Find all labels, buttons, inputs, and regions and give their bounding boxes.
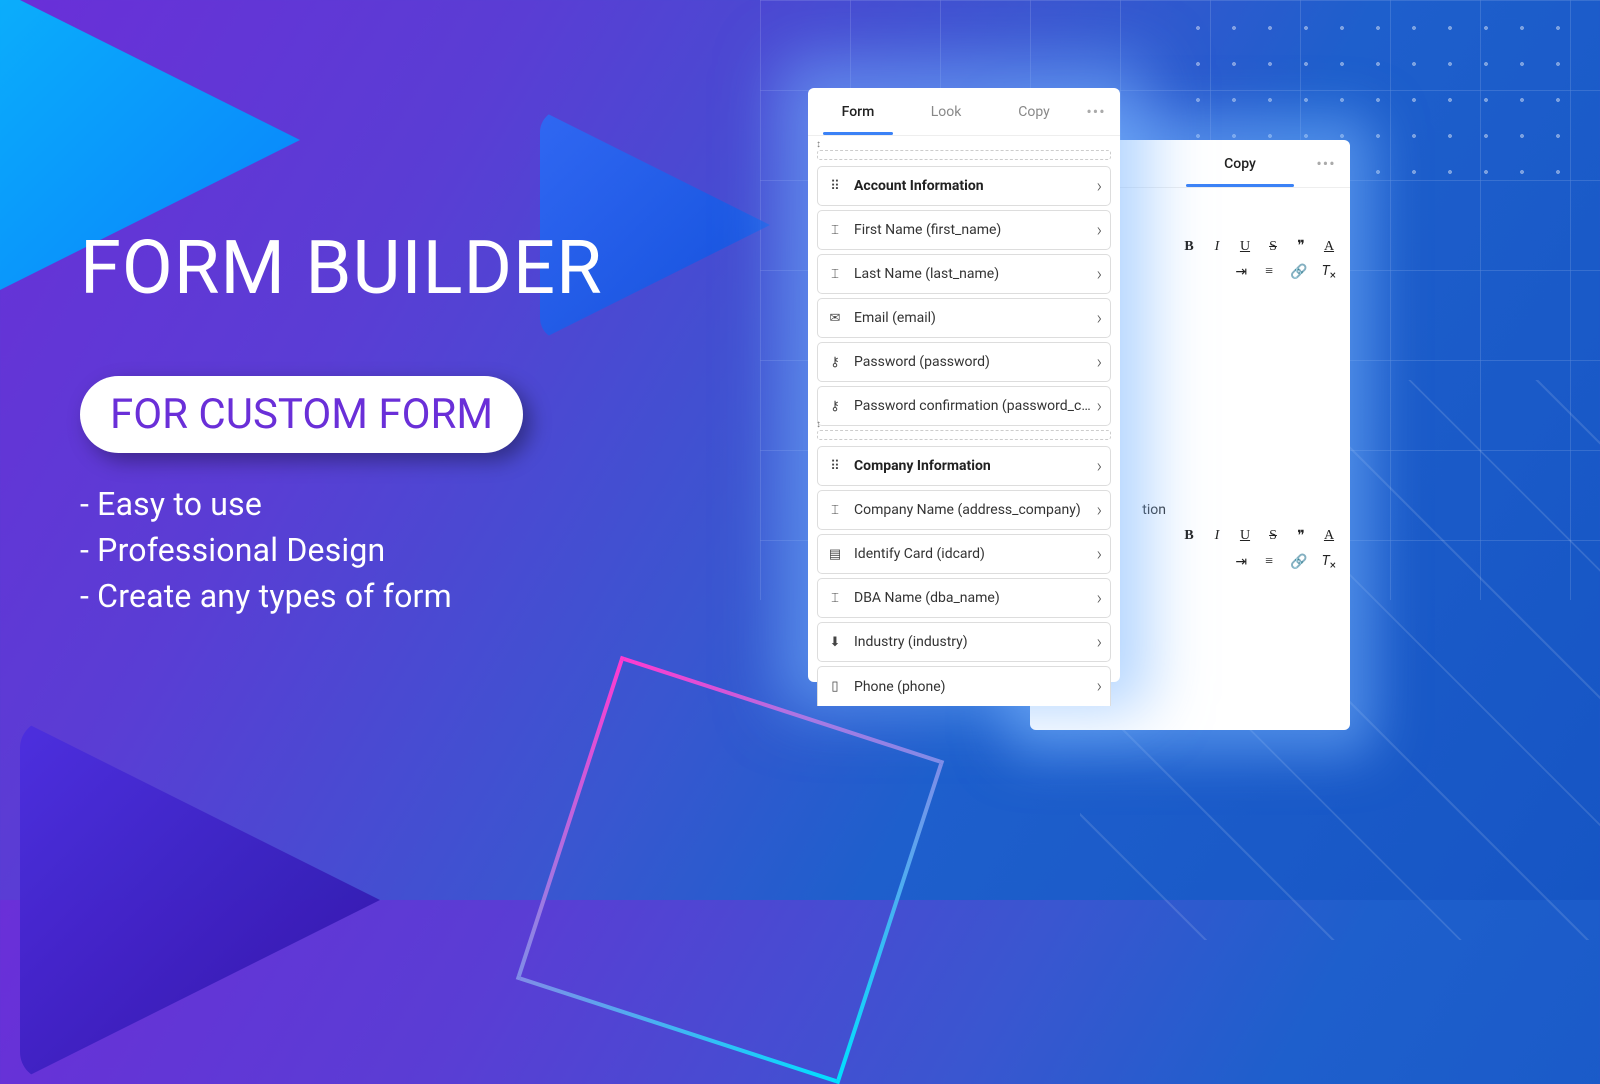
bullet-item: - Easy to use <box>80 481 603 527</box>
strike-icon[interactable]: S <box>1266 239 1280 255</box>
hero-subtitle-pill: FOR CUSTOM FORM <box>80 376 523 453</box>
field-list: ⠿ Account Information › ⌶ First Name (fi… <box>808 136 1120 710</box>
text-field-icon: ⌶ <box>826 265 844 283</box>
field-row[interactable]: ▤ Identify Card (idcard) › <box>817 534 1111 574</box>
text-field-icon: ⌶ <box>826 589 844 607</box>
section-label: Account Information <box>854 178 1097 194</box>
phone-icon: ▯ <box>826 678 844 696</box>
tab-more-icon[interactable]: ••• <box>1308 154 1344 173</box>
field-row[interactable]: ⌶ DBA Name (dba_name) › <box>817 578 1111 618</box>
bullet-item: - Professional Design <box>80 527 603 573</box>
align-icon[interactable]: ≡ <box>1262 264 1276 280</box>
underline-icon[interactable]: U <box>1238 528 1252 544</box>
drop-zone-marker[interactable] <box>817 430 1111 440</box>
form-builder-panel: Form Look Copy ••• ⠿ Account Information… <box>808 88 1120 682</box>
field-label: Last Name (last_name) <box>854 266 1097 282</box>
field-row[interactable]: ⌶ Last Name (last_name) › <box>817 254 1111 294</box>
field-label: First Name (first_name) <box>854 222 1097 238</box>
tab-copy[interactable]: Copy <box>990 90 1078 134</box>
field-row[interactable]: ⌶ Company Name (address_company) › <box>817 490 1111 530</box>
tab-look[interactable]: Look <box>902 90 990 134</box>
link-icon[interactable]: 🔗 <box>1290 554 1307 571</box>
bold-icon[interactable]: B <box>1182 239 1196 255</box>
field-label: Email (email) <box>854 310 1097 326</box>
indent-icon[interactable]: ⇥ <box>1234 554 1248 571</box>
tab-copy[interactable]: Copy <box>1172 142 1308 186</box>
section-icon: ⠿ <box>826 177 844 195</box>
chevron-right-icon: › <box>1097 264 1102 285</box>
field-label: Identify Card (idcard) <box>854 546 1097 562</box>
link-icon[interactable]: 🔗 <box>1290 264 1307 281</box>
chevron-right-icon: › <box>1097 588 1102 609</box>
password-icon: ⚷ <box>826 397 844 415</box>
password-icon: ⚷ <box>826 353 844 371</box>
chevron-right-icon: › <box>1097 308 1102 329</box>
bold-icon[interactable]: B <box>1182 528 1196 544</box>
panel-tabs: Form Look Copy ••• <box>808 88 1120 136</box>
field-label: Industry (industry) <box>854 634 1097 650</box>
underline-icon[interactable]: U <box>1238 239 1252 255</box>
triangle-decoration <box>20 720 380 1080</box>
section-icon: ⠿ <box>826 457 844 475</box>
section-header-row[interactable]: ⠿ Company Information › <box>817 446 1111 486</box>
quote-icon[interactable]: ❞ <box>1294 528 1308 545</box>
file-icon: ▤ <box>826 545 844 563</box>
hero-title: FORM BUILDER <box>80 230 603 308</box>
chevron-right-icon: › <box>1097 220 1102 241</box>
square-outline-decoration <box>516 656 944 1084</box>
section-label: Company Information <box>854 458 1097 474</box>
chevron-right-icon: › <box>1097 544 1102 565</box>
field-label: Password (password) <box>854 354 1097 370</box>
field-row[interactable]: ⬇ Industry (industry) › <box>817 622 1111 662</box>
chevron-right-icon: › <box>1097 176 1102 197</box>
mail-icon: ✉ <box>826 309 844 327</box>
chevron-right-icon: › <box>1097 456 1102 477</box>
clear-format-icon[interactable]: T× <box>1322 553 1336 572</box>
field-label: Company Name (address_company) <box>854 502 1097 518</box>
field-row[interactable]: ⌶ First Name (first_name) › <box>817 210 1111 250</box>
clear-format-icon[interactable]: T× <box>1322 263 1336 282</box>
bullet-item: - Create any types of form <box>80 573 603 619</box>
chevron-right-icon: › <box>1097 676 1102 697</box>
font-color-icon[interactable]: A <box>1322 528 1336 544</box>
hero-bullets: - Easy to use - Professional Design - Cr… <box>80 481 603 620</box>
tab-more-icon[interactable]: ••• <box>1078 102 1114 121</box>
text-field-icon: ⌶ <box>826 221 844 239</box>
field-label: Phone (phone) <box>854 679 1097 695</box>
strike-icon[interactable]: S <box>1266 528 1280 544</box>
marketing-copy: FORM BUILDER FOR CUSTOM FORM - Easy to u… <box>80 230 603 620</box>
chevron-right-icon: › <box>1097 500 1102 521</box>
field-label: Password confirmation (password_confirma… <box>854 398 1097 414</box>
chevron-right-icon: › <box>1097 632 1102 653</box>
field-row[interactable]: ⚷ Password confirmation (password_confir… <box>817 386 1111 426</box>
dropdown-icon: ⬇ <box>826 633 844 651</box>
tab-form[interactable]: Form <box>814 90 902 134</box>
quote-icon[interactable]: ❞ <box>1294 238 1308 255</box>
drop-zone-marker[interactable] <box>817 150 1111 160</box>
chevron-right-icon: › <box>1097 396 1102 417</box>
italic-icon[interactable]: I <box>1210 528 1224 544</box>
font-color-icon[interactable]: A <box>1322 239 1336 255</box>
text-field-icon: ⌶ <box>826 501 844 519</box>
section-header-row[interactable]: ⠿ Account Information › <box>817 166 1111 206</box>
italic-icon[interactable]: I <box>1210 239 1224 255</box>
align-icon[interactable]: ≡ <box>1262 554 1276 570</box>
chevron-right-icon: › <box>1097 352 1102 373</box>
indent-icon[interactable]: ⇥ <box>1234 264 1248 281</box>
field-row[interactable]: ✉ Email (email) › <box>817 298 1111 338</box>
field-row[interactable]: ⚷ Password (password) › <box>817 342 1111 382</box>
field-label: DBA Name (dba_name) <box>854 590 1097 606</box>
field-row[interactable]: ▯ Phone (phone) › <box>817 666 1111 706</box>
